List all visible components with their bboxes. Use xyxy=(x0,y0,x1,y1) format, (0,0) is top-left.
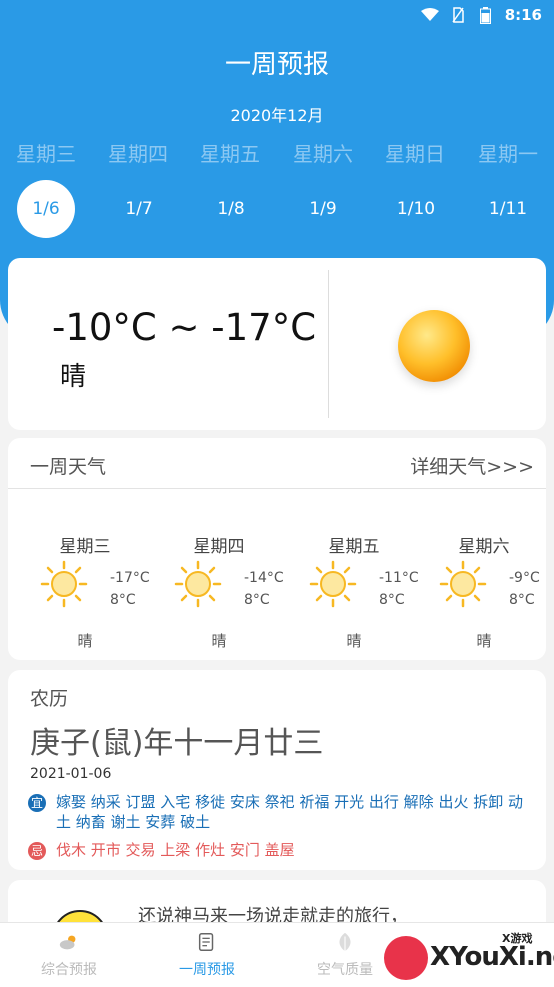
day-name: 星期五 xyxy=(328,537,380,557)
high-temp: -17°C xyxy=(110,570,150,586)
low-temp: 8°C xyxy=(379,592,405,608)
tab-label: 综合预报 xyxy=(41,962,97,978)
low-temp: 8°C xyxy=(244,592,270,608)
day-forecast: 星期五 -11°C 8°C 晴 xyxy=(287,532,421,650)
lunar-date: 庚子(鼠)年十一月廿三 xyxy=(30,726,324,761)
watermark-text: XYouXi.net xyxy=(430,942,554,972)
day-name: 星期三 xyxy=(59,537,111,557)
battery-icon xyxy=(477,6,495,24)
divider xyxy=(328,270,329,418)
date-item[interactable]: 1/10 xyxy=(387,180,445,238)
weather-condition: 晴 xyxy=(60,362,87,392)
section-title: 农历 xyxy=(30,688,69,710)
wifi-icon xyxy=(420,6,439,24)
day-forecast: 星期三 -17°C 8°C 晴 xyxy=(18,532,152,650)
low-temp: 8°C xyxy=(509,592,535,608)
page-title: 一周预报 xyxy=(224,50,329,80)
high-temp: -14°C xyxy=(244,570,284,586)
leaf-icon xyxy=(339,932,351,952)
date-item[interactable]: 1/11 xyxy=(479,180,537,238)
sun-icon xyxy=(398,310,470,382)
no-sim-icon xyxy=(449,6,467,24)
date-item[interactable]: 1/9 xyxy=(294,180,352,238)
inauspicious-activities: 伐木 开市 交易 上梁 作灶 安门 盖屋 xyxy=(56,841,295,859)
day-name: 星期四 xyxy=(193,537,245,557)
date-selector: 1/6 1/7 1/8 1/9 1/10 1/11 xyxy=(0,180,554,238)
calendar-icon xyxy=(198,933,214,951)
ji-badge: 忌 xyxy=(28,842,46,860)
clock-time: 8:16 xyxy=(504,6,542,24)
sun-icon xyxy=(40,560,88,608)
detail-weather-link[interactable]: 详细天气>>> xyxy=(410,452,534,479)
status-bar: 8:16 xyxy=(0,0,554,30)
month-label: 2020年12月 xyxy=(230,106,324,125)
weekday-row: 星期三 星期四 星期五 星期六 星期日 星期一 xyxy=(0,138,554,168)
high-temp: -11°C xyxy=(379,570,419,586)
date-item-selected[interactable]: 1/6 xyxy=(17,180,75,238)
lunar-calendar-card: 农历 庚子(鼠)年十一月廿三 2021-01-06 宜 嫁娶 纳采 订盟 入宅 … xyxy=(8,670,546,870)
date-item[interactable]: 1/7 xyxy=(110,180,168,238)
yi-badge: 宜 xyxy=(28,794,46,812)
section-title: 一周天气 xyxy=(30,456,107,478)
day-condition: 晴 xyxy=(346,632,362,650)
solar-date: 2021-01-06 xyxy=(30,766,112,782)
sun-icon xyxy=(439,560,487,608)
weekday-label: 星期一 xyxy=(478,142,538,166)
weekday-label: 星期日 xyxy=(385,142,445,166)
divider xyxy=(8,488,546,489)
tab-week-forecast[interactable]: 一周预报 xyxy=(138,929,276,985)
weekday-label: 星期四 xyxy=(108,142,168,166)
day-condition: 晴 xyxy=(476,632,492,650)
date-item[interactable]: 1/8 xyxy=(202,180,260,238)
sun-icon xyxy=(309,560,357,608)
cloud-sun-icon xyxy=(59,935,76,950)
day-condition: 晴 xyxy=(77,632,93,650)
day-forecast: 星期四 -14°C 8°C 晴 xyxy=(152,532,286,650)
sun-icon xyxy=(174,560,222,608)
day-condition: 晴 xyxy=(211,632,227,650)
week-weather-card: 一周天气 详细天气>>> 星期三 -17°C 8°C 晴 星期四 -14°C 8… xyxy=(8,438,546,660)
day-name: 星期六 xyxy=(458,537,510,557)
weekday-label: 星期三 xyxy=(16,142,76,166)
auspicious-activities: 嫁娶 纳采 订盟 入宅 移徙 安床 祭祀 祈福 开光 出行 解除 出火 拆卸 动… xyxy=(56,793,523,831)
temperature-range: -10°C ~ -17°C xyxy=(52,306,317,349)
low-temp: 8°C xyxy=(110,592,136,608)
watermark-logo: X游戏 XYouXi.net xyxy=(384,930,554,982)
tab-label: 一周预报 xyxy=(179,962,235,978)
high-temp: -9°C xyxy=(509,570,540,586)
today-forecast-card: -10°C ~ -17°C 晴 xyxy=(8,258,546,430)
day-forecast: 星期六 -9°C 8°C 晴 xyxy=(417,532,551,650)
weekday-label: 星期六 xyxy=(293,142,353,166)
tab-overview[interactable]: 综合预报 xyxy=(0,929,138,985)
weekday-label: 星期五 xyxy=(200,142,260,166)
gamepad-icon xyxy=(384,936,428,980)
